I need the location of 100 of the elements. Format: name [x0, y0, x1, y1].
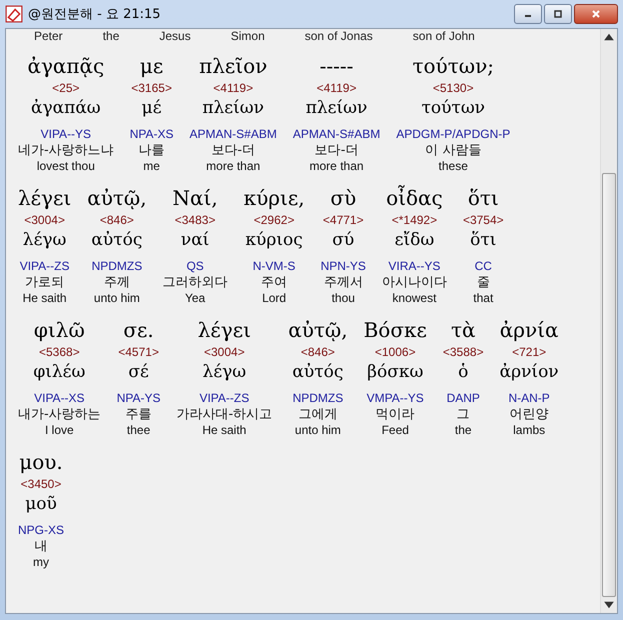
english-gloss: knowest [392, 291, 436, 306]
strong-number: <3754> [462, 212, 504, 228]
close-button[interactable] [574, 4, 618, 24]
english-gloss: I love [45, 423, 74, 438]
strong-number: <2962> [254, 212, 294, 228]
parsing-code: APDGM-P/APDGN-P [396, 126, 510, 142]
strong-number: <3004> [24, 212, 65, 228]
english-gloss: lambs [513, 423, 546, 438]
lemma-word: λέγω [22, 229, 66, 252]
parsing-code: NPN-YS [320, 258, 366, 274]
gloss-text: Peter [34, 29, 63, 44]
parsing-code: NPA-XS [130, 126, 174, 142]
korean-gloss: 보다-더 [314, 142, 358, 159]
minimize-button[interactable] [514, 4, 542, 24]
korean-gloss: 보다-더 [211, 142, 256, 159]
greek-word: σὺ [330, 185, 356, 212]
strong-number: <721> [512, 344, 546, 360]
parsing-code: NPG-XS [18, 522, 64, 538]
korean-gloss: 내 [34, 538, 48, 555]
maximize-icon [553, 9, 563, 19]
maximize-button[interactable] [544, 4, 572, 24]
strong-number: <4771> [322, 212, 364, 228]
greek-word: Ναί, [172, 185, 218, 212]
strong-number: <25> [52, 80, 80, 96]
strong-number: <846> [100, 212, 134, 228]
scroll-thumb[interactable] [602, 173, 616, 597]
parsing-code: N-VM-S [252, 258, 296, 274]
strong-number: <1006> [374, 344, 416, 360]
english-gloss: He saith [202, 423, 246, 438]
lemma-word: ὁ [458, 361, 468, 384]
greek-word: αὐτῷ, [288, 317, 348, 344]
greek-word: ὅτι [468, 185, 499, 212]
english-gloss: these [438, 159, 468, 174]
lemma-word: πλείων [202, 97, 264, 120]
gloss-text: the [102, 29, 120, 44]
lemma-word: μέ [142, 97, 162, 120]
english-gloss: lovest thou [36, 159, 95, 174]
gloss-text: son of Jonas [304, 29, 373, 44]
korean-gloss: 그에게 [298, 406, 338, 423]
parsing-code: APMAN-S#ABM [190, 126, 277, 142]
gloss-text: Simon [230, 29, 265, 44]
strong-number: <*1492> [392, 212, 438, 228]
english-gloss: He saith [22, 291, 67, 306]
korean-gloss: 이 사람들 [425, 142, 482, 159]
close-icon [591, 9, 601, 19]
lemma-word: σέ [128, 361, 149, 384]
english-gloss: Feed [382, 423, 409, 438]
window-title: @원전분해 - 요 21:15 [28, 6, 162, 23]
greek-word: Βόσκε [364, 317, 427, 344]
parsing-code: DANP [446, 390, 480, 406]
korean-gloss: 그러하외다 [162, 274, 228, 291]
korean-gloss: 주를 [126, 406, 152, 423]
parsing-code: QS [186, 258, 204, 274]
greek-word: τούτων; [412, 53, 494, 80]
greek-word: οἶδας [386, 184, 443, 212]
strong-number: <5368> [38, 344, 80, 360]
lemma-word: ὅτι [470, 229, 496, 252]
strong-number: <4119> [213, 80, 254, 96]
greek-word: λέγει [18, 185, 72, 212]
english-gloss: unto him [94, 291, 140, 306]
scrollbar[interactable] [600, 29, 617, 613]
strong-number: <4571> [118, 344, 159, 360]
strong-number: <3483> [174, 212, 216, 228]
parsing-code: VIRA--YS [388, 258, 440, 274]
lemma-word: λέγω [202, 361, 246, 384]
greek-word: με [140, 53, 164, 80]
lemma-word: αὐτός [292, 361, 344, 384]
greek-word: αὐτῷ, [87, 185, 147, 212]
korean-gloss: 주께서 [324, 274, 363, 291]
english-gloss: my [33, 555, 49, 570]
english-gloss: Lord [262, 291, 286, 306]
greek-word: φιλῶ [34, 317, 85, 344]
parsing-code: NPA-YS [116, 390, 160, 406]
korean-gloss: 주여 [261, 274, 288, 291]
english-gloss: unto him [294, 423, 341, 438]
lemma-word: σύ [332, 229, 354, 252]
english-gloss: Yea [184, 291, 206, 306]
greek-word: λέγει [198, 317, 251, 344]
english-gloss: thee [126, 423, 150, 438]
strong-number: <846> [300, 344, 335, 360]
greek-word: ἀγαπᾷς [27, 53, 104, 80]
korean-gloss: 줄 [476, 274, 490, 291]
lemma-word: μοῦ [25, 493, 57, 516]
strong-number: <5130> [432, 80, 474, 96]
strong-number: <3004> [204, 344, 245, 360]
strong-number: <3165> [131, 80, 172, 96]
english-gloss: that [473, 291, 494, 306]
parsing-code: APMAN-S#ABM [292, 126, 380, 142]
korean-gloss: 그 [456, 406, 470, 423]
greek-word: σε. [123, 317, 154, 344]
greek-word: ----- [320, 53, 354, 80]
parsing-code: VMPA--YS [366, 390, 424, 406]
greek-word: τὰ [450, 317, 476, 344]
korean-gloss: 주께 [104, 274, 130, 291]
korean-gloss: 네가-사랑하느냐 [18, 142, 114, 159]
korean-gloss: 가로되 [25, 274, 64, 291]
korean-gloss: 나를 [138, 142, 165, 159]
lemma-word: τούτων [421, 97, 486, 120]
greek-word: μου. [19, 449, 63, 476]
korean-gloss: 내가-사랑하는 [18, 406, 101, 423]
